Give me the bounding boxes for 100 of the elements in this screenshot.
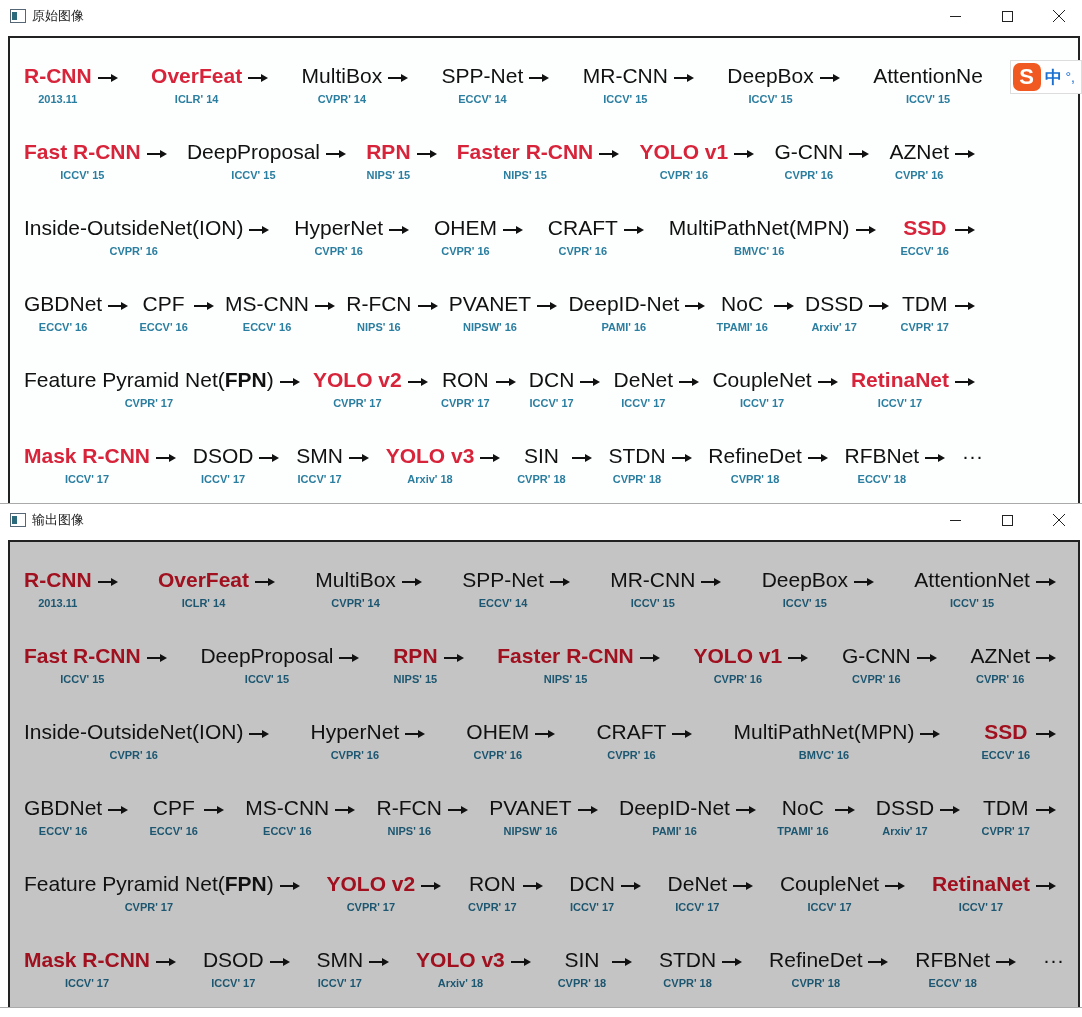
model-name: G-CNN	[774, 139, 844, 164]
venue-label: NIPSW' 16	[463, 321, 517, 334]
venue-label: ECCV' 16	[38, 321, 88, 334]
model-name: YOLO v3	[416, 948, 505, 973]
venue-label: PAMI' 16	[652, 825, 697, 838]
model-name: AZNet	[970, 643, 1030, 668]
venue-label: NIPS' 16	[387, 825, 432, 838]
model-name: TDM	[902, 292, 948, 317]
model-name: AttentionNet	[914, 567, 1030, 592]
model-name: TDM	[983, 796, 1029, 821]
venue-label: CVPR' 17	[900, 321, 949, 334]
venue-label: ICCV' 15	[244, 672, 290, 685]
model-name: CPF	[152, 796, 195, 821]
model-name: R-CNN	[24, 567, 92, 592]
venue-label: ECCV' 14	[478, 596, 528, 609]
model-name: YOLO v1	[639, 139, 729, 164]
maximize-icon	[1001, 10, 1013, 22]
minimize-icon	[949, 519, 961, 521]
model-name: MultiPathNet(MPN)	[733, 719, 915, 744]
model-name: RON	[441, 368, 489, 393]
model-name: Faster R-CNN	[456, 139, 594, 164]
ime-toolbar[interactable]: S 中 °,	[1009, 60, 1082, 94]
venue-label: NIPS' 15	[503, 168, 547, 181]
model-name: AZNet	[889, 139, 949, 164]
venue-label: CVPR' 14	[317, 92, 367, 105]
model-name: G-CNN	[841, 643, 911, 668]
venue-label: CVPR' 16	[895, 168, 944, 181]
venue-label: ICCV' 15	[748, 92, 793, 105]
venue-label: CVPR' 18	[612, 473, 662, 486]
model-name: DSSD	[875, 796, 935, 821]
app-icon	[10, 513, 26, 527]
model-name: R-CNN	[24, 63, 92, 88]
model-name: SMN	[316, 948, 364, 973]
venue-label: CVPR' 17	[981, 825, 1030, 838]
model-name: Feature Pyramid Net(FPN)	[24, 872, 274, 897]
venue-label: CVPR' 16	[784, 168, 834, 181]
app-icon	[10, 9, 26, 23]
model-name: R-FCN	[346, 292, 412, 317]
venue-label: CVPR' 17	[124, 901, 174, 914]
venue-label: CVPR' 18	[517, 473, 566, 486]
model-name: GBDNet	[24, 796, 103, 821]
model-name: NoC	[781, 796, 824, 821]
venue-label: CVPR' 16	[314, 244, 363, 257]
venue-label: ICCV' 17	[569, 901, 615, 914]
venue-label: BMVC' 16	[798, 748, 850, 761]
venue-label: ICCV' 15	[950, 596, 995, 609]
venue-label: ECCV' 18	[857, 473, 907, 486]
model-name: RPN	[393, 643, 438, 668]
venue-label: TPAMI' 16	[777, 825, 829, 838]
model-name: R-FCN	[376, 796, 442, 821]
input-mode[interactable]: 中	[1044, 65, 1062, 89]
venue-label: ICCV' 17	[297, 473, 342, 486]
model-name: CPF	[142, 292, 185, 317]
model-name: RefineDet	[708, 444, 802, 469]
model-name: Fast R-CNN	[24, 643, 141, 668]
venue-label: CVPR' 17	[333, 397, 382, 410]
model-name: MS-CNN	[245, 796, 330, 821]
model-name: SMN	[296, 444, 343, 469]
venue-label: TPAMI' 16	[716, 321, 768, 334]
venue-label: ICCV' 17	[64, 977, 110, 990]
model-name: RFBNet	[844, 444, 920, 469]
model-name: SSD	[903, 215, 947, 240]
model-name: CoupleNet	[779, 872, 880, 897]
venue-label: 2013.11	[38, 596, 78, 609]
model-name: RFBNet	[915, 948, 991, 973]
model-name: Inside-OutsideNet(ION)	[24, 215, 244, 240]
venue-label: ICCV' 15	[60, 168, 105, 181]
venue-label: ICCV' 17	[211, 977, 256, 990]
close-icon	[1053, 10, 1065, 22]
venue-label: CVPR' 16	[109, 748, 158, 761]
model-name: DCN	[528, 368, 575, 393]
model-name: RON	[468, 872, 516, 897]
venue-label: ICCV' 17	[877, 397, 923, 410]
venue-label: ICCV' 17	[958, 901, 1004, 914]
model-name: STDN	[659, 948, 717, 973]
model-name: SIN	[564, 948, 600, 973]
window-title: 输出图像	[32, 511, 85, 529]
model-name: DeepID-Net	[619, 796, 730, 821]
model-name: DSSD	[804, 292, 864, 317]
model-name: MS-CNN	[225, 292, 310, 317]
model-name: DSOD	[192, 444, 254, 469]
ime-logo: S	[1012, 63, 1041, 91]
minimize-icon	[949, 15, 961, 17]
venue-label: Arxiv' 18	[437, 977, 484, 990]
punctuation-mode[interactable]: °,	[1065, 69, 1075, 85]
model-name: Fast R-CNN	[24, 139, 141, 164]
model-name: YOLO v2	[326, 872, 416, 897]
venue-label: PAMI' 16	[601, 321, 647, 334]
model-name: DSOD	[202, 948, 264, 973]
model-name: PVANET	[448, 292, 532, 317]
model-name: RPN	[366, 139, 411, 164]
venue-label: ECCV' 16	[38, 825, 88, 838]
model-name: SPP-Net	[462, 567, 544, 592]
model-name: YOLO v2	[313, 368, 402, 393]
venue-label: BMVC' 16	[734, 244, 785, 257]
venue-label: ECCV' 16	[139, 321, 188, 334]
venue-label: CVPR' 18	[557, 977, 607, 990]
venue-label: CVPR' 18	[791, 977, 840, 990]
venue-label: CVPR' 16	[441, 244, 490, 257]
model-name: GBDNet	[24, 292, 103, 317]
